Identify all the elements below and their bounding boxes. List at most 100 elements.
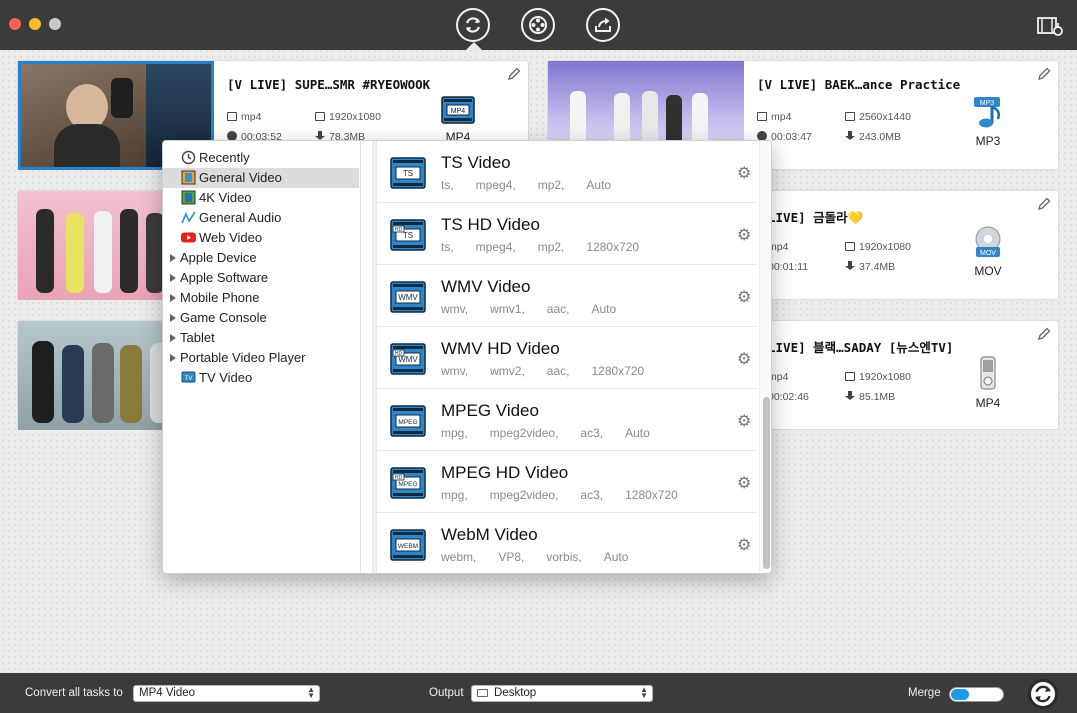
format-row[interactable]: HD TS TS HD Video ts, mpeg4, mp2, 1280x720 ⚙ (377, 203, 757, 265)
output-format-label: MP3 (975, 134, 1001, 148)
minimize-window-button[interactable] (29, 18, 41, 30)
gear-icon[interactable]: ⚙ (737, 287, 751, 307)
output-format-button[interactable]: MP4 (964, 355, 1012, 410)
monitor-icon (315, 112, 325, 121)
edit-pencil-icon[interactable] (1036, 326, 1052, 342)
mp3-format-icon: MP3 (974, 97, 1000, 128)
category-4k-video[interactable]: 4K Video (163, 188, 359, 208)
output-format-label: MOV (974, 264, 1002, 278)
edit-pencil-icon[interactable] (1036, 196, 1052, 212)
select-stepper-icon: ▲ ▼ (307, 685, 315, 700)
edit-pencil-icon[interactable] (1036, 66, 1052, 82)
format-name: TS HD Video (441, 215, 540, 234)
format-spec: mpeg4, (475, 178, 516, 192)
format-film-icon: HDMPEG (390, 467, 426, 499)
format-spec: 1280x720 (591, 364, 645, 378)
gear-icon[interactable]: ⚙ (737, 225, 751, 245)
svg-text:WMV: WMV (398, 293, 418, 302)
edit-pencil-icon[interactable] (506, 66, 522, 82)
format-spec: ac3, (580, 426, 604, 440)
output-format-button[interactable]: MP4 MP4 (434, 95, 482, 144)
category-web-video[interactable]: Web Video (163, 228, 359, 248)
format-spec: VP8, (498, 550, 525, 564)
gear-icon[interactable]: ⚙ (737, 163, 751, 183)
mp4-player-icon (980, 356, 996, 390)
4k-film-icon (181, 190, 196, 205)
category-apple-device[interactable]: Apple Device (163, 248, 359, 268)
category-mobile-phone[interactable]: Mobile Phone (163, 288, 359, 308)
size-meta: 243.0MB (845, 131, 901, 143)
category-game-console[interactable]: Game Console (163, 308, 359, 328)
output-format-button[interactable]: MP3 MP3 (964, 95, 1012, 148)
category-tablet[interactable]: Tablet (163, 328, 359, 348)
category-portable-video-player[interactable]: Portable Video Player (163, 348, 359, 368)
tv-icon: TV (181, 371, 196, 383)
format-name: WebM Video (441, 525, 538, 544)
svg-text:WMV: WMV (398, 355, 418, 364)
format-name: MPEG Video (441, 401, 539, 420)
format-spec: ac3, (580, 488, 604, 502)
convert-icon (1035, 685, 1051, 703)
format-row[interactable]: TS TS Video ts, mpeg4, mp2, Auto ⚙ (377, 141, 757, 203)
convert-all-button[interactable] (1028, 679, 1058, 709)
svg-text:TS: TS (403, 169, 413, 178)
expand-arrow-icon (170, 354, 176, 362)
download-icon (845, 131, 855, 141)
zoom-window-button[interactable] (49, 18, 61, 30)
format-specs: ts, mpeg4, mp2, Auto (441, 178, 633, 192)
format-spec: mpg, (441, 488, 468, 502)
svg-text:MPEG: MPEG (398, 481, 417, 488)
format-name: MPEG HD Video (441, 463, 569, 482)
format-specs: mpg, mpeg2video, ac3, Auto (441, 426, 672, 440)
format-spec: aac, (546, 364, 570, 378)
task-title: LIVE] 금돌라💛 (768, 210, 864, 225)
gear-icon[interactable]: ⚙ (737, 473, 751, 493)
format-row[interactable]: WEBM WebM Video webm, VP8, vorbis, Auto ⚙ (377, 513, 757, 573)
merge-toggle[interactable] (949, 687, 1004, 702)
expand-arrow-icon (170, 254, 176, 262)
media-settings-icon[interactable] (1036, 14, 1064, 38)
format-specs: webm, VP8, vorbis, Auto (441, 550, 650, 564)
film-small-icon (757, 112, 767, 121)
format-spec: wmv1, (490, 302, 525, 316)
resolution-meta: 1920x1080 (845, 371, 911, 383)
format-spec: vorbis, (546, 550, 582, 564)
output-format-button[interactable]: MOV MOV (964, 225, 1012, 278)
share-icon (595, 17, 611, 32)
monitor-icon (845, 372, 855, 381)
share-tab-button[interactable] (586, 8, 620, 42)
format-row[interactable]: HD MPEG MPEG HD Video mpg, mpeg2video, ac3, 12… (377, 451, 757, 513)
format-film-icon: HDTS (390, 219, 426, 251)
format-spec: mpeg4, (475, 240, 516, 254)
size-meta: 85.1MB (845, 391, 895, 403)
format-row[interactable]: WMV WMV Video wmv, wmv1, aac, Auto ⚙ (377, 265, 757, 327)
resolution-meta: 1920x1080 (845, 241, 911, 253)
category-recently[interactable]: Recently (163, 148, 359, 168)
gear-icon[interactable]: ⚙ (737, 349, 751, 369)
svg-text:MP4: MP4 (451, 108, 466, 115)
output-folder-select[interactable]: Desktop ▲ ▼ (471, 685, 653, 702)
category-general-video[interactable]: General Video (163, 168, 359, 188)
folder-icon (477, 689, 488, 697)
youtube-icon (181, 232, 196, 243)
category-general-audio[interactable]: General Audio (163, 208, 359, 228)
convert-all-select[interactable]: MP4 Video ▲ ▼ (133, 685, 320, 702)
task-title: [V LIVE] BAEK…ance Practice (757, 77, 961, 92)
category-tv-video[interactable]: TV TV Video (163, 368, 359, 388)
svg-text:MPEG: MPEG (398, 419, 417, 426)
convert-tab-button[interactable] (456, 8, 490, 42)
scrollbar-thumb[interactable] (763, 397, 770, 569)
duration-meta: 00:02:46 (768, 391, 809, 403)
editor-tab-button[interactable] (521, 8, 555, 42)
format-spec: Auto (603, 550, 629, 564)
format-spec: wmv, (441, 364, 469, 378)
format-row[interactable]: HD WMV WMV HD Video wmv, wmv2, aac, 1280x720 ⚙ (377, 327, 757, 389)
close-window-button[interactable] (9, 18, 21, 30)
svg-text:MOV: MOV (980, 250, 996, 257)
gear-icon[interactable]: ⚙ (737, 535, 751, 555)
format-row[interactable]: MPEG MPEG Video mpg, mpeg2video, ac3, Auto ⚙ (377, 389, 757, 451)
format-film-icon: WMV (390, 281, 426, 313)
category-apple-software[interactable]: Apple Software (163, 268, 359, 288)
gear-icon[interactable]: ⚙ (737, 411, 751, 431)
format-name: TS Video (441, 153, 511, 172)
